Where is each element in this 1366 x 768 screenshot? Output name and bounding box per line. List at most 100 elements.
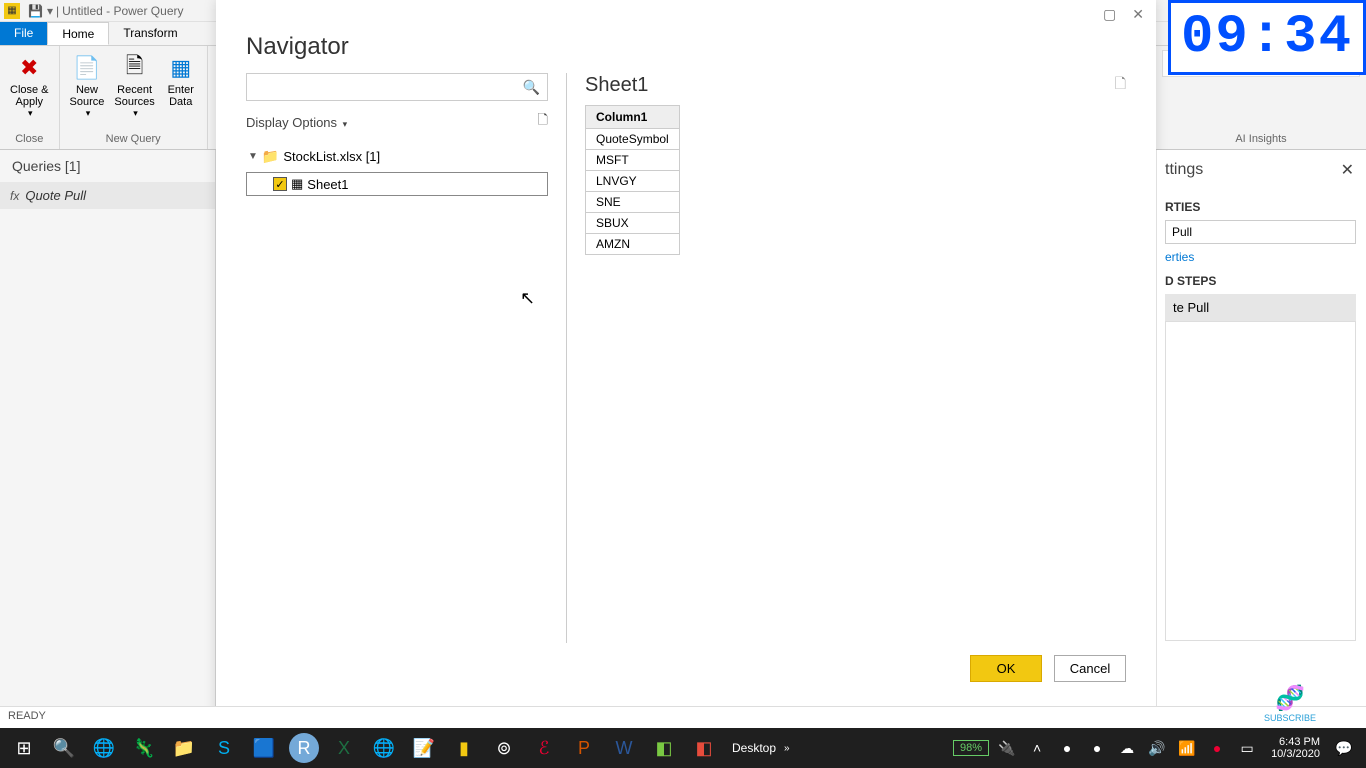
all-properties-link[interactable]: erties — [1165, 250, 1366, 264]
navigator-tree: ▼ 📁 StockList.xlsx [1] ✓ ▦ Sheet1 — [246, 145, 548, 196]
steps-list — [1165, 321, 1356, 641]
navigator-dialog: ▢ ✕ Navigator 🔍 Display Options ▾ 🗋 ▼ 📁 … — [216, 0, 1156, 728]
navigator-preview-pane: Sheet1 🗋 Column1 QuoteSymbol MSFT LNVGY … — [566, 73, 1126, 643]
table-row: SBUX — [586, 213, 680, 234]
queries-header: Queries [1] — [0, 150, 215, 182]
steps-label: D STEPS — [1165, 274, 1366, 288]
enter-data-label: Enter Data — [168, 84, 194, 108]
camtasia-icon[interactable]: ◧ — [644, 728, 684, 768]
ribbon-group-newquery: 📄 New Source▾ 🗎 Recent Sources▾ ▦ Enter … — [60, 46, 208, 149]
chevron-right-icon[interactable]: » — [784, 743, 790, 754]
taskbar-app-2[interactable]: 🦎 — [124, 728, 164, 768]
file-explorer-icon[interactable]: 📁 — [164, 728, 204, 768]
tab-file[interactable]: File — [0, 22, 47, 45]
ok-button[interactable]: OK — [970, 655, 1042, 682]
network-icon[interactable]: 📶 — [1175, 728, 1199, 768]
ribbon-group-close: ✖ Close & Apply ▾ Close — [0, 46, 60, 149]
group-label-close: Close — [6, 131, 53, 149]
navigator-tree-pane: 🔍 Display Options ▾ 🗋 ▼ 📁 StockList.xlsx… — [246, 73, 566, 643]
taskbar-app-3[interactable]: ⊚ — [484, 728, 524, 768]
tree-file-node[interactable]: ▼ 📁 StockList.xlsx [1] — [246, 145, 548, 168]
taskbar-app-1[interactable]: 🌐 — [84, 728, 124, 768]
taskbar: ⊞ 🔍 🌐 🦎 📁 S 🟦 R X 🌐 📝 ▮ ⊚ ℰ P W ◧ ◧ Desk… — [0, 728, 1366, 768]
group-label-newquery: New Query — [66, 131, 201, 149]
query-name-input[interactable] — [1165, 220, 1356, 244]
chrome-icon[interactable]: 🌐 — [364, 728, 404, 768]
skype-icon[interactable]: S — [204, 728, 244, 768]
dragon-icon[interactable]: ℰ — [524, 728, 564, 768]
clock-time: 6:43 PM — [1271, 736, 1320, 748]
taskbar-app-4[interactable]: ◧ — [684, 728, 724, 768]
recent-sources-label: Recent Sources — [114, 84, 154, 108]
table-icon: ▦ — [291, 176, 303, 192]
applied-step[interactable]: te Pull — [1165, 294, 1356, 321]
dna-icon: 🧬 — [1264, 684, 1316, 713]
display-options-button[interactable]: Display Options ▾ — [246, 115, 347, 130]
refresh-tree-icon[interactable]: 🗋 — [538, 111, 548, 133]
search-icon[interactable]: 🔍 — [523, 79, 540, 96]
notifications-icon[interactable]: 💬 — [1332, 728, 1356, 768]
table-row: AMZN — [586, 234, 680, 255]
tray-icon-3[interactable]: ● — [1205, 728, 1229, 768]
tray-icon-1[interactable]: ● — [1055, 728, 1079, 768]
close-apply-label: Close & Apply — [10, 84, 49, 108]
table-row: MSFT — [586, 150, 680, 171]
table-row: QuoteSymbol — [586, 129, 680, 150]
folder-icon: 📁 — [262, 148, 279, 165]
preview-title: Sheet1 — [585, 74, 648, 97]
preview-refresh-icon[interactable]: 🗋 — [1115, 73, 1126, 97]
save-icon[interactable]: 💾 — [28, 4, 43, 18]
excel-icon[interactable]: X — [324, 728, 364, 768]
start-button[interactable]: ⊞ — [4, 728, 44, 768]
properties-label: RTIES — [1165, 200, 1366, 214]
app-icon: ▦ — [4, 3, 20, 19]
clock-date: 10/3/2020 — [1271, 748, 1320, 760]
queries-panel: Queries [1] fx Quote Pull — [0, 150, 216, 728]
tray-icon-2[interactable]: ● — [1085, 728, 1109, 768]
sheet-checkbox[interactable]: ✓ — [273, 177, 287, 191]
close-apply-button[interactable]: ✖ Close & Apply ▾ — [6, 50, 53, 121]
new-source-label: New Source — [70, 84, 105, 108]
cancel-button[interactable]: Cancel — [1054, 655, 1126, 682]
tree-sheet-node[interactable]: ✓ ▦ Sheet1 — [246, 172, 548, 196]
group-label-ai: AI Insights — [1162, 131, 1360, 149]
navigator-search-input[interactable] — [246, 73, 548, 101]
dialog-maximize-icon[interactable]: ▢ — [1103, 6, 1116, 23]
status-text: READY — [8, 710, 46, 722]
desktop-toolbar[interactable]: Desktop — [732, 741, 776, 755]
powerbi-icon[interactable]: ▮ — [444, 728, 484, 768]
settings-close-icon[interactable]: ✕ — [1341, 160, 1354, 180]
enter-data-button[interactable]: ▦ Enter Data — [161, 50, 201, 121]
battery-indicator[interactable]: 98% — [953, 740, 989, 756]
column-header[interactable]: Column1 — [586, 106, 680, 129]
powerpoint-icon[interactable]: P — [564, 728, 604, 768]
tree-file-label: StockList.xlsx [1] — [283, 149, 380, 164]
r-icon[interactable]: R — [289, 733, 319, 763]
settings-header: ttings — [1165, 161, 1203, 179]
word-icon[interactable]: W — [604, 728, 644, 768]
snagit-icon[interactable]: 🟦 — [244, 728, 284, 768]
table-row: SNE — [586, 192, 680, 213]
query-settings-panel: ttings ✕ RTIES erties D STEPS te Pull — [1156, 150, 1366, 728]
power-icon[interactable]: 🔌 — [995, 728, 1019, 768]
volume-icon[interactable]: 🔊 — [1145, 728, 1169, 768]
status-bar: READY — [0, 706, 1366, 728]
tree-sheet-label: Sheet1 — [307, 177, 348, 192]
subscribe-watermark: 🧬 SUBSCRIBE — [1264, 684, 1316, 723]
recent-sources-button[interactable]: 🗎 Recent Sources▾ — [110, 50, 158, 121]
tab-transform[interactable]: Transform — [109, 22, 191, 45]
action-center-icon[interactable]: ▭ — [1235, 728, 1259, 768]
search-button[interactable]: 🔍 — [44, 728, 84, 768]
timer-overlay: 09:34 — [1168, 0, 1366, 75]
clock[interactable]: 6:43 PM 10/3/2020 — [1265, 736, 1326, 760]
query-item[interactable]: fx Quote Pull — [0, 182, 215, 209]
notepad-icon[interactable]: 📝 — [404, 728, 444, 768]
tab-home[interactable]: Home — [47, 22, 109, 45]
new-source-button[interactable]: 📄 New Source▾ — [66, 50, 109, 121]
fx-icon: fx — [10, 189, 19, 203]
dialog-close-icon[interactable]: ✕ — [1132, 6, 1144, 23]
tray-overflow-icon[interactable]: ˄ — [1025, 728, 1049, 768]
caret-down-icon: ▼ — [248, 151, 258, 162]
qat-dropdown-icon[interactable]: ▾ — [47, 4, 53, 18]
onedrive-icon[interactable]: ☁ — [1115, 728, 1139, 768]
